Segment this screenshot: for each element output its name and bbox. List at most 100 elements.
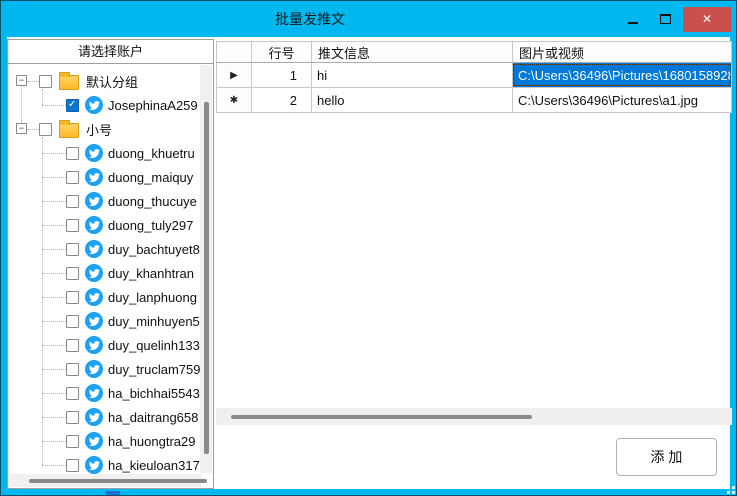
new-row-icon: ✱ xyxy=(230,95,238,106)
twitter-icon xyxy=(85,456,103,474)
close-icon: ✕ xyxy=(702,12,712,26)
close-button[interactable]: ✕ xyxy=(683,7,731,32)
tree-item[interactable]: duy_khanhtran xyxy=(8,261,213,285)
tree-item[interactable]: duong_maiquy xyxy=(8,165,213,189)
twitter-icon xyxy=(85,144,103,162)
column-header-message[interactable]: 推文信息 xyxy=(311,42,512,62)
checkbox[interactable] xyxy=(66,387,79,400)
account-panel-header: 请选择账户 xyxy=(8,40,213,64)
message-cell[interactable]: hi xyxy=(311,63,512,87)
resize-grip[interactable] xyxy=(724,483,736,495)
checkbox[interactable] xyxy=(66,315,79,328)
twitter-icon xyxy=(85,192,103,210)
tree-item[interactable]: duong_khuetru xyxy=(8,141,213,165)
tree-item[interactable]: ha_kieuloan317 xyxy=(8,453,213,474)
checkbox[interactable] xyxy=(66,459,79,472)
row-indicator-cell[interactable]: ▶ xyxy=(216,63,251,87)
window-title: 批量发推文 xyxy=(1,9,619,29)
tree-item-label: duong_tuly297 xyxy=(108,218,193,233)
app-window: 批量发推文 ✕ 请选择账户 − 默认分组 JosephinaA259 − xyxy=(0,0,737,496)
checkbox[interactable] xyxy=(66,243,79,256)
account-panel-horizontal-scrollbar[interactable] xyxy=(9,474,201,487)
tree-item[interactable]: ha_bichhai5543 xyxy=(8,381,213,405)
checkbox[interactable] xyxy=(66,267,79,280)
minimize-icon xyxy=(628,22,638,24)
twitter-icon xyxy=(85,432,103,450)
tree-item-label: duong_khuetru xyxy=(108,146,195,161)
scrollbar-thumb[interactable] xyxy=(29,479,207,483)
checkbox[interactable] xyxy=(39,75,52,88)
taskbar-peek-artifact xyxy=(106,491,120,495)
media-path-cell[interactable]: C:\Users\36496\Pictures\16801589288 xyxy=(512,63,732,87)
tree-item[interactable]: duong_thucuye xyxy=(8,189,213,213)
grid-horizontal-scrollbar[interactable] xyxy=(216,408,732,425)
checkbox[interactable] xyxy=(39,123,52,136)
account-panel: 请选择账户 − 默认分组 JosephinaA259 − 小号 xyxy=(7,39,214,489)
maximize-button[interactable] xyxy=(651,6,679,32)
maximize-icon xyxy=(660,14,671,24)
twitter-icon xyxy=(85,240,103,258)
tree-item[interactable]: duong_tuly297 xyxy=(8,213,213,237)
tree-item-label: duong_maiquy xyxy=(108,170,193,185)
checkbox[interactable] xyxy=(66,195,79,208)
expander-icon[interactable]: − xyxy=(16,123,27,134)
tree-item[interactable]: duy_truclam759 xyxy=(8,357,213,381)
tree-item-label: JosephinaA259 xyxy=(108,98,198,113)
line-number-cell[interactable]: 2 xyxy=(251,88,311,112)
tree-item-label: ha_daitrang658 xyxy=(108,410,198,425)
checkbox[interactable] xyxy=(66,147,79,160)
checkbox[interactable] xyxy=(66,99,79,112)
expander-icon[interactable]: − xyxy=(16,75,27,86)
twitter-icon xyxy=(85,168,103,186)
checkbox[interactable] xyxy=(66,291,79,304)
tree-item[interactable]: duy_minhuyen5 xyxy=(8,309,213,333)
column-header-line-number[interactable]: 行号 xyxy=(251,42,311,62)
checkbox[interactable] xyxy=(66,435,79,448)
tree-item-label: duy_truclam759 xyxy=(108,362,201,377)
table-row[interactable]: ✱ 2 hello C:\Users\36496\Pictures\a1.jpg xyxy=(216,88,732,113)
tree-item[interactable]: ha_daitrang658 xyxy=(8,405,213,429)
twitter-icon xyxy=(85,288,103,306)
account-panel-vertical-scrollbar[interactable] xyxy=(200,65,212,473)
checkbox[interactable] xyxy=(66,171,79,184)
folder-icon xyxy=(59,75,79,90)
tree-item[interactable]: − 默认分组 xyxy=(8,69,213,93)
tree-item[interactable]: duy_bachtuyet8 xyxy=(8,237,213,261)
scrollbar-thumb[interactable] xyxy=(231,415,532,419)
table-row[interactable]: ▶ 1 hi C:\Users\36496\Pictures\168015892… xyxy=(216,63,732,88)
message-cell[interactable]: hello xyxy=(311,88,512,112)
tree-item-label: duong_thucuye xyxy=(108,194,197,209)
grid-corner-header[interactable] xyxy=(216,42,251,62)
tree-item[interactable]: ha_huongtra29 xyxy=(8,429,213,453)
window-content: 请选择账户 − 默认分组 JosephinaA259 − 小号 xyxy=(7,37,730,489)
twitter-icon xyxy=(85,216,103,234)
tree-item-label: 默认分组 xyxy=(86,72,138,91)
tree-item-label: duy_bachtuyet8 xyxy=(108,242,200,257)
checkbox[interactable] xyxy=(66,339,79,352)
twitter-icon xyxy=(85,312,103,330)
tree-item[interactable]: duy_lanphuong xyxy=(8,285,213,309)
tree-item[interactable]: duy_quelinh133 xyxy=(8,333,213,357)
tree-item[interactable]: JosephinaA259 xyxy=(8,93,213,117)
add-button[interactable]: 添 加 xyxy=(616,438,717,476)
scrollbar-thumb[interactable] xyxy=(204,102,209,454)
twitter-icon xyxy=(85,360,103,378)
window-controls: ✕ xyxy=(619,6,736,32)
column-header-media[interactable]: 图片或视频 xyxy=(512,42,732,62)
tree-item[interactable]: − 小号 xyxy=(8,117,213,141)
media-path-cell[interactable]: C:\Users\36496\Pictures\a1.jpg xyxy=(512,88,732,112)
row-indicator-cell[interactable]: ✱ xyxy=(216,88,251,112)
line-number-cell[interactable]: 1 xyxy=(251,63,311,87)
twitter-icon xyxy=(85,336,103,354)
minimize-button[interactable] xyxy=(619,6,647,32)
tree-item-label: duy_lanphuong xyxy=(108,290,197,305)
title-bar: 批量发推文 ✕ xyxy=(1,1,736,37)
account-tree: − 默认分组 JosephinaA259 − 小号 duong_khuetru xyxy=(8,65,213,474)
checkbox[interactable] xyxy=(66,411,79,424)
tree-item-label: ha_kieuloan317 xyxy=(108,458,200,473)
checkbox[interactable] xyxy=(66,219,79,232)
tree-item-label: ha_bichhai5543 xyxy=(108,386,200,401)
twitter-icon xyxy=(85,96,103,114)
checkbox[interactable] xyxy=(66,363,79,376)
grid-header-row: 行号 推文信息 图片或视频 xyxy=(216,41,732,63)
